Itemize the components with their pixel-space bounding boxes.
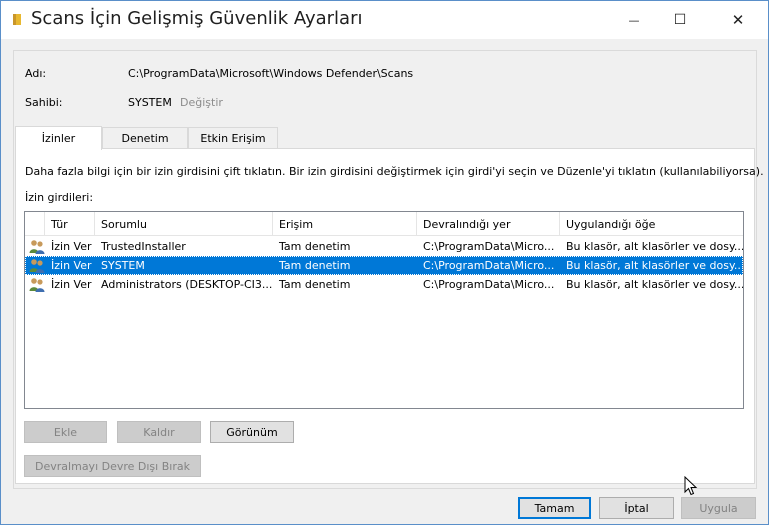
permission-entries-label: İzin girdileri: (25, 191, 94, 204)
cell-type: İzin Ver (51, 278, 92, 291)
cell-applies-to: Bu klasör, alt klasörler ve dosy... (566, 240, 743, 253)
maximize-icon: ☐ (673, 12, 687, 28)
view-button[interactable]: Görünüm (210, 421, 294, 443)
column-header-type[interactable]: Tür (45, 212, 95, 236)
window-title: Scans İçin Gelişmiş Güvenlik Ayarları (31, 8, 363, 29)
instructions-text: Daha fazla bilgi için bir izin girdisini… (25, 165, 764, 178)
mouse-cursor-icon (684, 476, 698, 496)
user-group-icon (29, 278, 45, 292)
remove-button[interactable]: Kaldır (117, 421, 201, 443)
cell-access: Tam denetim (279, 278, 351, 291)
table-row[interactable]: İzin Ver SYSTEM Tam denetim C:\ProgramDa… (25, 256, 743, 275)
user-group-icon (29, 259, 45, 273)
tab-effective-access[interactable]: Etkin Erişim (188, 127, 278, 148)
list-header: Tür Sorumlu Erişim Devralındığı yer Uygu… (25, 212, 743, 236)
table-row[interactable]: İzin Ver Administrators (DESKTOP-CI3... … (25, 275, 743, 294)
close-button[interactable]: ✕ (715, 1, 761, 39)
ok-button[interactable]: Tamam (518, 497, 591, 519)
column-header-access[interactable]: Erişim (273, 212, 417, 236)
tab-permissions[interactable]: İzinler (15, 126, 102, 150)
minimize-icon: — (628, 13, 640, 27)
cell-applies-to: Bu klasör, alt klasörler ve dosy... (566, 259, 743, 272)
permission-entries-list[interactable]: Tür Sorumlu Erişim Devralındığı yer Uygu… (24, 211, 744, 409)
cell-principal: Administrators (DESKTOP-CI3... (101, 278, 273, 291)
column-header-applies-to[interactable]: Uygulandığı öğe (560, 212, 743, 236)
change-owner-link[interactable]: Değiştir (180, 96, 223, 109)
cell-inherited-from: C:\ProgramData\Micro... (423, 278, 555, 291)
column-header-label: Devralındığı yer (423, 217, 511, 231)
column-header-icon (25, 212, 45, 236)
cell-inherited-from: C:\ProgramData\Micro... (423, 259, 555, 272)
object-path: C:\ProgramData\Microsoft\Windows Defende… (128, 67, 414, 80)
close-icon: ✕ (731, 11, 745, 29)
minimize-button[interactable]: — (611, 1, 657, 39)
add-button[interactable]: Ekle (24, 421, 107, 443)
name-label: Adı: (25, 67, 47, 80)
column-header-label: Sorumlu (101, 217, 147, 231)
disable-inheritance-button[interactable]: Devralmayı Devre Dışı Bırak (24, 455, 201, 477)
column-header-principal[interactable]: Sorumlu (95, 212, 273, 236)
tab-label: Denetim (121, 131, 169, 145)
cell-applies-to: Bu klasör, alt klasörler ve dosy... (566, 278, 743, 291)
cell-principal: SYSTEM (101, 259, 145, 272)
tab-auditing[interactable]: Denetim (102, 127, 188, 148)
column-header-inherited-from[interactable]: Devralındığı yer (417, 212, 560, 236)
column-header-label: Erişim (279, 217, 314, 231)
cell-access: Tam denetim (279, 259, 351, 272)
cell-type: İzin Ver (51, 259, 92, 272)
column-header-label: Tür (51, 217, 68, 231)
cell-type: İzin Ver (51, 240, 92, 253)
column-header-label: Uygulandığı öğe (566, 217, 656, 231)
user-group-icon (29, 240, 45, 254)
security-settings-window: Scans İçin Gelişmiş Güvenlik Ayarları — … (0, 0, 769, 525)
folder-lock-icon (13, 14, 21, 25)
table-row[interactable]: İzin Ver TrustedInstaller Tam denetim C:… (25, 237, 743, 256)
maximize-button[interactable]: ☐ (657, 1, 703, 39)
cell-access: Tam denetim (279, 240, 351, 253)
apply-button[interactable]: Uygula (681, 497, 756, 519)
owner-value: SYSTEM (128, 96, 172, 109)
cell-inherited-from: C:\ProgramData\Micro... (423, 240, 555, 253)
tab-label: İzinler (41, 132, 76, 145)
title-bar[interactable]: Scans İçin Gelişmiş Güvenlik Ayarları — … (1, 1, 768, 39)
cancel-button[interactable]: İptal (599, 497, 674, 519)
cell-principal: TrustedInstaller (101, 240, 186, 253)
tab-label: Etkin Erişim (200, 131, 266, 145)
owner-label: Sahibi: (25, 96, 63, 109)
